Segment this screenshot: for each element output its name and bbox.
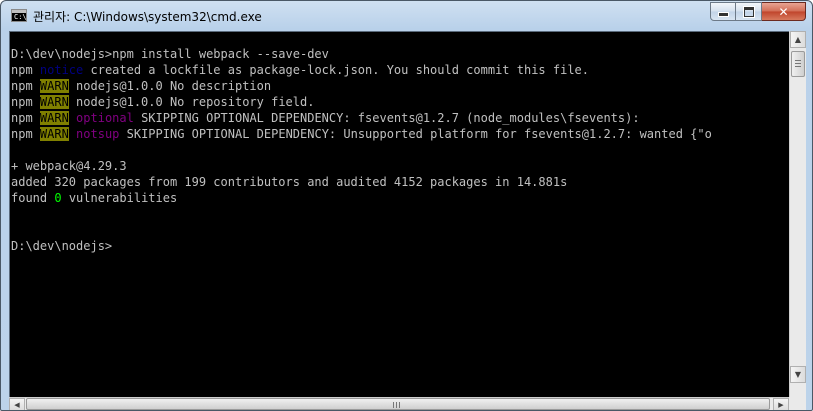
grip-line	[396, 402, 397, 408]
arrow-right-icon: ▶	[778, 400, 784, 409]
console-lines: D:\dev\nodejs>npm install webpack --save…	[11, 46, 712, 254]
console-text: nodejs@1.0.0 No description	[68, 79, 272, 93]
console-warn-label: WARN	[39, 79, 69, 93]
grip-line	[399, 402, 400, 408]
console-line: D:\dev\nodejs>	[11, 238, 712, 254]
console-output[interactable]: D:\dev\nodejs>npm install webpack --save…	[9, 31, 791, 399]
maximize-button[interactable]	[736, 2, 762, 21]
title-bar[interactable]: C:\ 관리자: C:\Windows\system32\cmd.exe ✕	[1, 1, 812, 31]
horizontal-scrollbar[interactable]: ◀ ▶	[9, 397, 789, 410]
console-text: added 320 packages from 199 contributors…	[11, 175, 568, 189]
console-warn-label: WARN	[39, 95, 69, 109]
cmd-icon-glyph: C:\	[14, 13, 27, 21]
console-text: npm	[11, 111, 40, 125]
arrow-down-icon: ▼	[794, 370, 802, 379]
console-notsup-label: notsup	[76, 127, 120, 141]
scroll-left-button[interactable]: ◀	[9, 398, 25, 410]
console-text: found	[11, 191, 55, 205]
console-line: D:\dev\nodejs>npm install webpack --save…	[11, 46, 712, 62]
console-text: vulnerabilities	[61, 191, 178, 205]
scrollbar-corner	[789, 397, 806, 410]
arrow-left-icon: ◀	[14, 400, 20, 409]
caption-buttons: ✕	[710, 2, 806, 21]
console-text: npm	[11, 63, 40, 77]
console-line: npm WARN optional SKIPPING OPTIONAL DEPE…	[11, 110, 712, 126]
close-button[interactable]: ✕	[762, 2, 806, 21]
console-line: found 0 vulnerabilities	[11, 190, 712, 206]
vertical-scrollbar[interactable]: ▲ ▼	[789, 31, 806, 399]
grip-line	[795, 60, 801, 61]
console-text: npm	[11, 79, 40, 93]
console-text: SKIPPING OPTIONAL DEPENDENCY: fsevents@1…	[133, 111, 640, 125]
console-text: created a lockfile as package-lock.json.…	[83, 63, 589, 77]
console-green-label: 0	[54, 191, 62, 205]
vertical-scroll-thumb[interactable]	[791, 51, 805, 77]
grip-line	[795, 66, 801, 67]
cmd-window: C:\ 관리자: C:\Windows\system32\cmd.exe ✕ D…	[0, 0, 813, 411]
scroll-down-button[interactable]: ▼	[790, 366, 806, 383]
console-optional-label: optional	[76, 111, 134, 125]
close-icon: ✕	[778, 4, 789, 19]
console-text: nodejs@1.0.0 No repository field.	[68, 95, 315, 109]
maximize-icon	[742, 5, 755, 18]
console-line: npm WARN notsup SKIPPING OPTIONAL DEPEND…	[11, 126, 712, 142]
console-text: D:\dev\nodejs>	[11, 239, 113, 253]
cmd-icon[interactable]: C:\	[11, 9, 27, 22]
console-line: npm WARN nodejs@1.0.0 No description	[11, 78, 712, 94]
console-warn-label: WARN	[39, 111, 69, 125]
console-text: npm	[11, 95, 40, 109]
console-text: + webpack@4.29.3	[11, 159, 127, 173]
grip-line	[393, 402, 394, 408]
console-line: + webpack@4.29.3	[11, 158, 712, 174]
horizontal-scroll-thumb[interactable]	[26, 398, 770, 410]
console-text: SKIPPING OPTIONAL DEPENDENCY: Unsupporte…	[119, 127, 712, 141]
scroll-right-button[interactable]: ▶	[773, 398, 789, 410]
console-line: npm WARN nodejs@1.0.0 No repository fiel…	[11, 94, 712, 110]
scroll-up-button[interactable]: ▲	[790, 31, 806, 48]
minimize-button[interactable]	[710, 2, 736, 21]
minimize-icon	[717, 12, 729, 17]
console-warn-label: WARN	[39, 127, 69, 141]
console-line: npm notice created a lockfile as package…	[11, 62, 712, 78]
grip-line	[795, 63, 801, 64]
window-title: 관리자: C:\Windows\system32\cmd.exe	[33, 10, 262, 24]
console-line: added 320 packages from 199 contributors…	[11, 174, 712, 190]
console-notice-label: notice	[39, 63, 84, 77]
console-text: D:\dev\nodejs>npm install webpack --save…	[11, 47, 329, 61]
arrow-up-icon: ▲	[794, 35, 802, 44]
console-text: npm	[11, 127, 40, 141]
